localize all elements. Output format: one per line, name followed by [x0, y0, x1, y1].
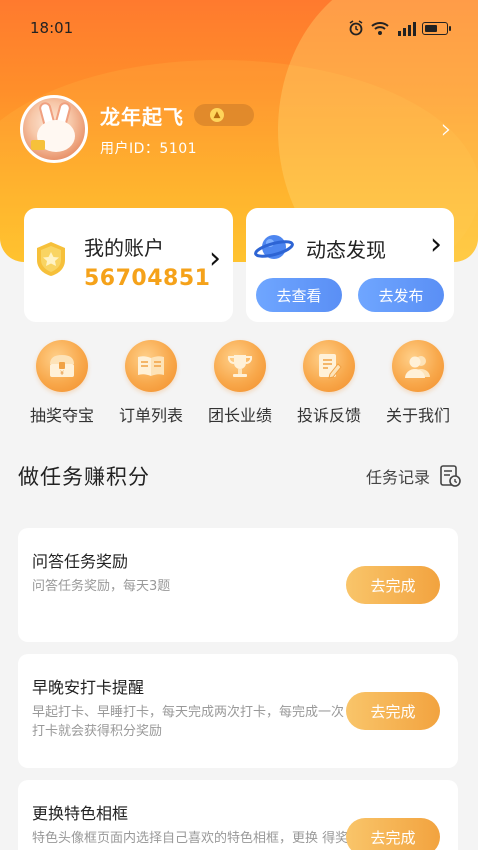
- complete-task-button[interactable]: 去完成: [346, 566, 440, 604]
- task-record-label: 任务记录: [365, 468, 430, 487]
- chevron-right-icon[interactable]: ›: [430, 230, 442, 260]
- users-icon: [392, 340, 444, 392]
- task-description: 早起打卡、早睡打卡，每天完成两次打卡，每完成一次打卡就会获得积分奖励: [32, 705, 345, 739]
- chevron-right-icon[interactable]: ›: [209, 244, 221, 274]
- view-button[interactable]: 去查看: [256, 278, 342, 312]
- shortcut-grid: ¥ 抽奖夺宝 订单列表 团长业绩 投诉反馈 关于我们: [20, 340, 460, 430]
- shortcut-about[interactable]: 关于我们: [376, 340, 460, 430]
- task-card: 问答任务奖励 问答任务奖励，每天3题 去完成: [18, 528, 458, 642]
- tasks-section-header: 做任务赚积分 任务记录: [18, 458, 462, 494]
- shortcut-label: 订单列表: [118, 406, 183, 425]
- task-description: 特色头像框页面内选择自己喜欢的特色相框，更换 得奖励: [32, 831, 349, 850]
- level-badge: ▲: [194, 104, 254, 126]
- account-medal-icon: [37, 242, 65, 276]
- profile-info: 龙年起飞 ▲ 用户ID：5101: [100, 101, 441, 158]
- complete-task-button[interactable]: 去完成: [346, 692, 440, 730]
- shortcut-label: 团长业绩: [207, 406, 272, 425]
- wifi-icon: [371, 22, 389, 35]
- shortcut-orders[interactable]: 订单列表: [109, 340, 193, 430]
- cellular-signal-icon: [398, 22, 416, 36]
- discover-title: 动态发现: [306, 238, 386, 262]
- user-name: 龙年起飞: [100, 104, 184, 129]
- shortcut-leader-performance[interactable]: 团长业绩: [198, 340, 282, 430]
- post-button[interactable]: 去发布: [358, 278, 444, 312]
- open-book-icon: [125, 340, 177, 392]
- task-description: 问答任务奖励，每天3题: [32, 579, 171, 594]
- edit-document-icon: [303, 340, 355, 392]
- chevron-right-icon[interactable]: ›: [441, 115, 452, 143]
- treasure-chest-icon: ¥: [36, 340, 88, 392]
- complete-task-button[interactable]: 去完成: [346, 818, 440, 850]
- planet-icon: [254, 235, 294, 259]
- status-bar: 18:01: [0, 0, 478, 56]
- task-card: 更换特色相框 特色头像框页面内选择自己喜欢的特色相框，更换 得奖励 去完成: [18, 780, 458, 850]
- task-card: 早晚安打卡提醒 早起打卡、早睡打卡，每天完成两次打卡，每完成一次打卡就会获得积分…: [18, 654, 458, 768]
- task-title: 早晚安打卡提醒: [32, 678, 145, 697]
- task-record-link[interactable]: 任务记录: [366, 464, 462, 488]
- battery-icon: [422, 21, 451, 35]
- task-title: 更换特色相框: [32, 804, 129, 823]
- record-list-icon: [440, 465, 461, 487]
- avatar[interactable]: [20, 95, 88, 163]
- profile-header[interactable]: 龙年起飞 ▲ 用户ID：5101 ›: [20, 94, 460, 164]
- trophy-icon: [214, 340, 266, 392]
- alarm-icon: [349, 20, 363, 36]
- shortcut-label: 投诉反馈: [296, 406, 361, 425]
- shortcut-label: 抽奖夺宝: [29, 406, 94, 425]
- my-account-card[interactable]: 我的账户 56704851 ›: [24, 208, 233, 322]
- svg-text:¥: ¥: [60, 370, 64, 377]
- shortcut-lottery[interactable]: ¥ 抽奖夺宝: [20, 340, 104, 430]
- tasks-section-title: 做任务赚积分: [18, 465, 150, 489]
- task-title: 问答任务奖励: [32, 552, 129, 571]
- status-icons: [348, 20, 451, 36]
- level-badge-icon: ▲: [210, 108, 224, 122]
- status-time: 18:01: [30, 19, 74, 37]
- account-title: 我的账户: [84, 236, 164, 260]
- user-id: 用户ID：5101: [100, 140, 198, 157]
- account-points: 56704851: [84, 266, 211, 291]
- shortcut-label: 关于我们: [385, 406, 450, 425]
- discover-card: 动态发现 › 去查看 去发布: [246, 208, 454, 322]
- shortcut-complaint[interactable]: 投诉反馈: [287, 340, 371, 430]
